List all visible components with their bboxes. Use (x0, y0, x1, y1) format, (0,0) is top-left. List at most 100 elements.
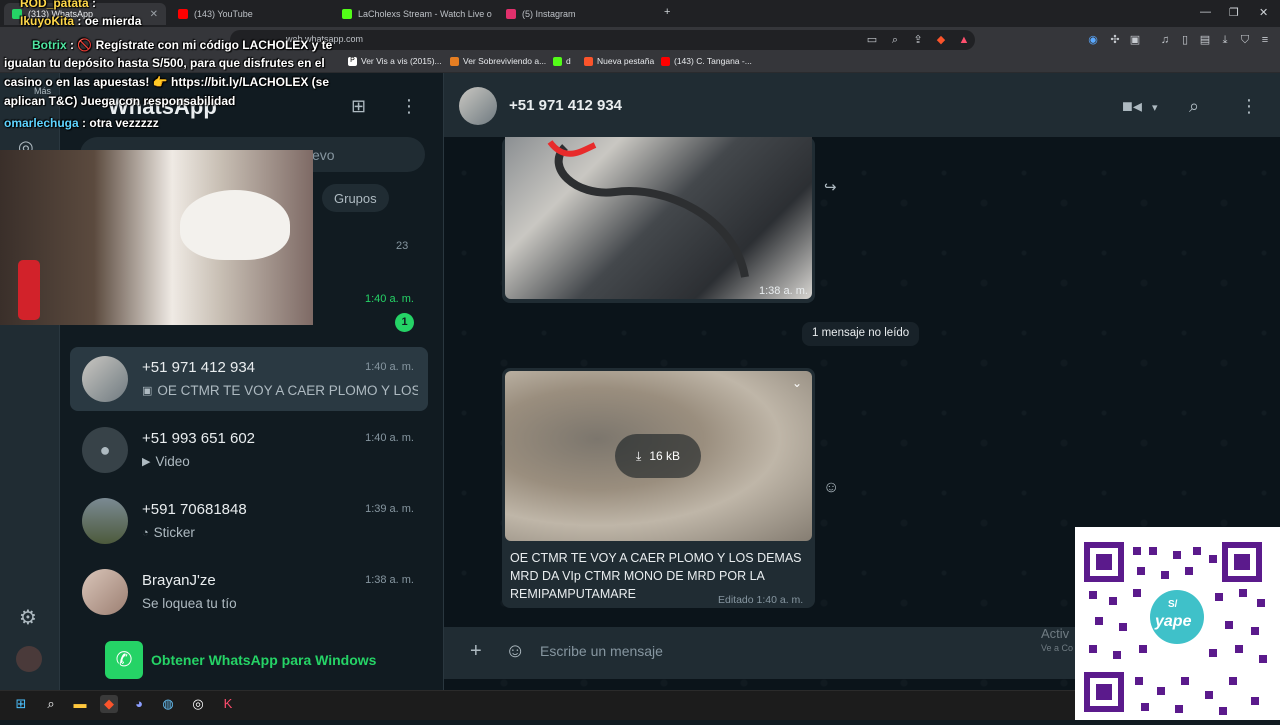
avatar: ● (82, 427, 128, 473)
emoji-react-icon[interactable]: ☺ (823, 479, 839, 497)
scribble-stroke-red (547, 140, 597, 157)
screenshot-icon[interactable]: ▣ (1128, 33, 1142, 47)
wallet-icon[interactable]: ▤ (1198, 33, 1212, 47)
hidden-row-time: 1:40 a. m. (365, 293, 414, 305)
file-explorer-icon[interactable]: ▬ (71, 695, 89, 713)
chat-row[interactable]: +591 70681848 1:39 a. m. ◔ Sticker (70, 489, 428, 553)
preview-text: Se loquea tu tío (142, 596, 237, 611)
browser-tab-strip: (313) WhatsApp ✕ (143) YouTube LaCholexs… (0, 0, 1280, 27)
activate-windows-watermark: Activ (1041, 626, 1070, 641)
kick-favicon-icon (342, 9, 352, 19)
brave-rewards-icon[interactable]: ▲ (957, 33, 971, 47)
bookmark-item[interactable]: Nueva pestaña (584, 56, 654, 66)
steam-icon[interactable]: ◍ (159, 695, 177, 713)
menu-icon[interactable]: ≡ (1258, 33, 1272, 47)
overlay-chat-line: igualan tu depósito hasta S/500, para qu… (4, 56, 325, 70)
overlay-chat-line: IkuyoKita : oe mierda (20, 14, 141, 28)
bookmark-favicon-icon (553, 56, 562, 66)
bookmark-favicon-icon (450, 56, 459, 66)
chat-row[interactable]: ● +51 993 651 602 1:40 a. m. ▶ Video (70, 418, 428, 482)
avatar (82, 356, 128, 402)
restore-icon[interactable]: ❐ (1229, 6, 1239, 19)
search-icon[interactable]: ⌕ (1189, 96, 1199, 117)
image-attachment[interactable] (505, 137, 812, 299)
bookmark-item[interactable]: Ver Sobreviviendo a... (450, 56, 546, 66)
unread-badge: 1 (395, 313, 414, 332)
more-options-icon[interactable]: ⋮ (1240, 96, 1258, 117)
chat-time: 1:39 a. m. (365, 503, 414, 515)
new-chat-icon[interactable]: ⊞ (351, 96, 366, 117)
chat-preview: ▣ OE CTMR TE VOY A CAER PLOMO Y LOS ... (142, 383, 418, 398)
url-field[interactable]: web.whatsapp.com (230, 30, 975, 50)
tab-instagram[interactable]: (5) Instagram (498, 3, 658, 25)
obs-icon[interactable]: ◎ (189, 695, 207, 713)
minimize-icon[interactable]: — (1200, 6, 1211, 18)
cast-icon[interactable]: ▭ (865, 33, 879, 47)
tab-kick[interactable]: LaCholexs Stream - Watch Live o (334, 3, 494, 25)
chat-text: : oe mierda (77, 14, 142, 28)
chat-row[interactable]: +51 971 412 934 1:40 a. m. ▣ OE CTMR TE V… (70, 347, 428, 411)
vpn-icon[interactable]: ◉ (1086, 33, 1100, 47)
get-windows-app-link[interactable]: ✆ Obtener WhatsApp para Windows (105, 641, 376, 679)
preview-text: OE CTMR TE VOY A CAER PLOMO Y LOS ... (157, 383, 418, 398)
bookmark-item[interactable]: (143) C. Tangana -... (661, 56, 752, 66)
instagram-favicon-icon (506, 9, 516, 19)
overlay-chat-line: casino o en las apuestas! 👉 https://bit.… (4, 75, 329, 89)
close-tab-icon[interactable]: ✕ (150, 9, 158, 20)
webcam-overlay (0, 150, 313, 325)
bookmark-item[interactable]: d (553, 56, 571, 66)
download-button[interactable]: ⤓ 16 kB (615, 434, 701, 478)
whatsapp-logo-icon: ✆ (105, 641, 143, 679)
contact-name[interactable]: +51 971 412 934 (509, 97, 622, 114)
overlay-chat-line: Botrix : 🚫 Regístrate con mi código LACH… (32, 38, 332, 52)
download-size: 16 kB (649, 449, 680, 463)
shield-icon[interactable]: ⛉ (1238, 33, 1252, 47)
preview-text: Sticker (153, 525, 195, 540)
chat-username: Botrix (32, 38, 67, 52)
preview-text: Video (155, 454, 190, 469)
default-user-icon: ● (99, 440, 111, 460)
music-icon[interactable]: ♫ (1158, 33, 1172, 47)
cap (180, 190, 290, 260)
close-window-icon[interactable]: ✕ (1259, 6, 1268, 19)
bookmark-item[interactable]: P Ver Vis a vis (2015)... (348, 56, 442, 66)
downloads-icon[interactable]: ⤓ (1218, 33, 1232, 47)
tab-youtube[interactable]: (143) YouTube (170, 3, 330, 25)
chevron-down-icon[interactable]: ▾ (1152, 101, 1158, 114)
profile-avatar[interactable] (16, 646, 42, 672)
youtube-favicon-icon (178, 9, 188, 19)
yape-logo: yape (1155, 613, 1192, 630)
brave-browser-icon[interactable]: ◆ (100, 695, 118, 713)
chat-name: +51 971 412 934 (142, 359, 256, 376)
chat-username: IkuyoKita (20, 14, 75, 28)
filter-chip-groups[interactable]: Grupos (322, 184, 389, 212)
windows-start-icon[interactable]: ⊞ (12, 695, 30, 713)
extensions-icon[interactable]: ✣ (1108, 33, 1122, 47)
zoom-icon[interactable]: ⌕ (888, 33, 902, 47)
more-options-icon[interactable]: ⋮ (400, 96, 418, 117)
forward-icon[interactable]: ↪ (824, 178, 837, 196)
emoji-icon[interactable]: ☺ (505, 640, 525, 663)
bookmark-label: Ver Sobreviviendo a... (463, 56, 547, 66)
drawing-overlay (547, 140, 749, 278)
bookmark-favicon-icon: P (348, 56, 357, 66)
kick-app-icon[interactable]: K (219, 695, 237, 713)
brave-shield-icon[interactable]: ◆ (934, 33, 948, 47)
new-tab-icon[interactable]: + (664, 6, 670, 18)
sidebar-icon[interactable]: ▯ (1178, 33, 1192, 47)
scribble-stroke (554, 144, 749, 278)
video-call-icon[interactable]: ■◂ (1122, 96, 1142, 117)
attach-plus-icon[interactable]: + (470, 640, 482, 663)
discord-icon[interactable]: ◕ (130, 695, 148, 713)
message-input[interactable]: Escribe un mensaje (540, 643, 663, 659)
search-placeholder: evo (312, 147, 335, 163)
share-icon[interactable]: ⇪ (911, 33, 925, 47)
chip-label: Grupos (334, 191, 377, 206)
search-icon[interactable]: ⌕ (42, 695, 60, 713)
contact-avatar[interactable] (459, 87, 497, 125)
settings-gear-icon[interactable]: ⚙ (19, 605, 37, 630)
chat-row[interactable]: BrayanJ'ze 1:38 a. m. Se loquea tu tío (70, 560, 428, 624)
bookmark-favicon-icon (584, 56, 593, 66)
chevron-down-icon[interactable]: ⌄ (792, 376, 802, 390)
chat-username: ROD_patata (20, 0, 89, 10)
